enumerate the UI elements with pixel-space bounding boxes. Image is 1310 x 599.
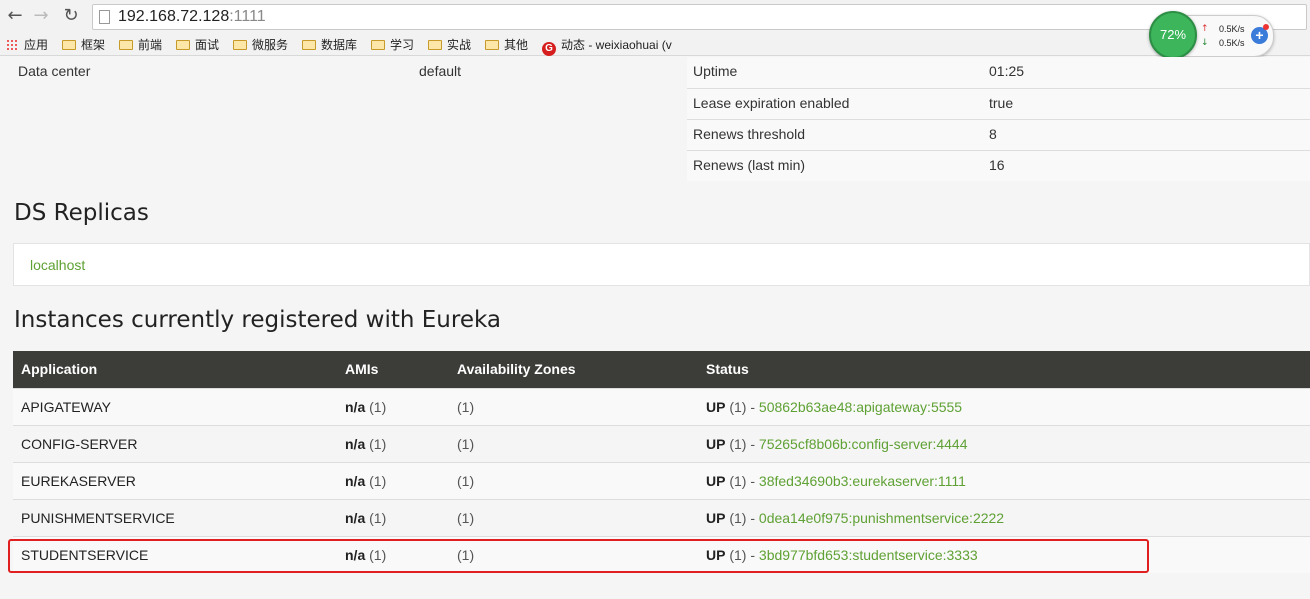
instance-link[interactable]: 75265cf8b06b:config-server:4444 [759,436,968,452]
ami-cell: n/a (1) [345,473,387,489]
upload-speed: 0.5K/s [1219,24,1245,34]
download-arrow-icon: ↓ [1201,38,1209,48]
instances-title: Instances currently registered with Eure… [14,307,501,333]
table-row: EUREKASERVER n/a (1) (1) UP (1) - 38fed3… [13,462,1310,499]
ami-cell: n/a (1) [345,399,387,415]
status-table: Uptime 01:25 Lease expiration enabled tr… [687,57,1310,181]
folder-icon [428,40,442,50]
folder-icon [302,40,316,50]
ds-replicas-list: localhost [13,243,1310,286]
status-row: Lease expiration enabled true [687,88,1310,119]
zones-cell: (1) [457,399,475,415]
status-cell: UP (1) - 38fed34690b3:eurekaserver:1111 [706,473,966,489]
header-status: Status [706,361,749,377]
browser-toolbar: ← → ↻ 192.168.72.128:1111 [0,0,1310,33]
bookmark-site[interactable]: G 动态 - weixiaohuai (v [542,36,672,56]
folder-icon [233,40,247,50]
status-row: Renews threshold 8 [687,119,1310,150]
bookmarks-bar: 应用 框架 前端 面试 微服务 数据库 学习 实战 其他 G 动态 - weixi… [0,33,1310,56]
page-icon [99,10,110,24]
bookmark-folder[interactable]: 微服务 [233,36,288,54]
status-value: 16 [989,157,1005,173]
instance-link[interactable]: 3bd977bfd653:studentservice:3333 [759,547,978,563]
table-row: APIGATEWAY n/a (1) (1) UP (1) - 50862b63… [13,388,1310,425]
folder-icon [62,40,76,50]
url-text: 192.168.72.128:1111 [118,8,266,25]
status-value: 01:25 [989,63,1025,79]
app-name: STUDENTSERVICE [21,547,149,563]
status-row: Uptime 01:25 [687,57,1310,88]
address-bar[interactable]: 192.168.72.128:1111 [92,4,1307,30]
notification-dot [1263,24,1269,30]
status-key: Uptime [693,63,738,79]
folder-icon [485,40,499,50]
ami-cell: n/a (1) [345,547,387,563]
app-name: CONFIG-SERVER [21,436,138,452]
folder-icon [176,40,190,50]
status-cell: UP (1) - 75265cf8b06b:config-server:4444 [706,436,968,452]
header-zones: Availability Zones [457,361,576,377]
upload-arrow-icon: ↑ [1201,24,1209,34]
instance-link[interactable]: 38fed34690b3:eurekaserver:1111 [759,473,966,489]
table-header: Application AMIs Availability Zones Stat… [13,351,1310,388]
ami-cell: n/a (1) [345,436,387,452]
forward-arrow-icon[interactable]: → [30,5,52,27]
bookmark-folder[interactable]: 其他 [485,36,528,54]
status-cell: UP (1) - 50862b63ae48:apigateway:5555 [706,399,963,415]
ami-cell: n/a (1) [345,510,387,526]
back-arrow-icon[interactable]: ← [4,5,26,27]
folder-icon [371,40,385,50]
replica-link[interactable]: localhost [30,257,85,273]
instance-link[interactable]: 50862b63ae48:apigateway:5555 [759,399,962,415]
table-row: CONFIG-SERVER n/a (1) (1) UP (1) - 75265… [13,425,1310,462]
ds-replicas-title: DS Replicas [14,200,149,226]
status-cell: UP (1) - 0dea14e0f975:punishmentservice:… [706,510,1005,526]
network-monitor-widget[interactable]: 72% ↑ ↓ 0.5K/s 0.5K/s + [1149,11,1274,59]
zones-cell: (1) [457,547,475,563]
status-value: 8 [989,126,997,142]
table-row: STUDENTSERVICE n/a (1) (1) UP (1) - 3bd9… [13,536,1310,573]
table-row: PUNISHMENTSERVICE n/a (1) (1) UP (1) - 0… [13,499,1310,536]
status-key: Renews threshold [693,126,806,142]
bookmark-apps[interactable]: 应用 [6,36,48,54]
download-speed: 0.5K/s [1219,38,1245,48]
status-key: Lease expiration enabled [693,95,850,111]
memory-percent-badge[interactable]: 72% [1149,11,1197,59]
status-key: Renews (last min) [693,157,806,173]
bookmark-folder[interactable]: 数据库 [302,36,357,54]
bookmark-folder[interactable]: 前端 [119,36,162,54]
bookmark-folder[interactable]: 框架 [62,36,105,54]
zones-cell: (1) [457,510,475,526]
reload-icon[interactable]: ↻ [60,5,82,27]
app-name: PUNISHMENTSERVICE [21,510,175,526]
app-name: APIGATEWAY [21,399,111,415]
data-center-value: default [419,63,462,79]
status-row: Renews (last min) 16 [687,150,1310,181]
status-cell: UP (1) - 3bd977bfd653:studentservice:333… [706,547,978,563]
header-application: Application [21,361,98,377]
data-center-label: Data center [18,63,91,79]
folder-icon [119,40,133,50]
app-name: EUREKASERVER [21,473,136,489]
header-amis: AMIs [345,361,379,377]
instances-table: Application AMIs Availability Zones Stat… [13,351,1310,573]
bookmark-folder[interactable]: 实战 [428,36,471,54]
zones-cell: (1) [457,473,475,489]
status-value: true [989,95,1014,111]
apps-grid-icon [6,39,18,51]
site-logo-icon: G [542,42,556,56]
bookmark-folder[interactable]: 面试 [176,36,219,54]
bookmark-folder[interactable]: 学习 [371,36,414,54]
instance-link[interactable]: 0dea14e0f975:punishmentservice:2222 [759,510,1004,526]
zones-cell: (1) [457,436,475,452]
